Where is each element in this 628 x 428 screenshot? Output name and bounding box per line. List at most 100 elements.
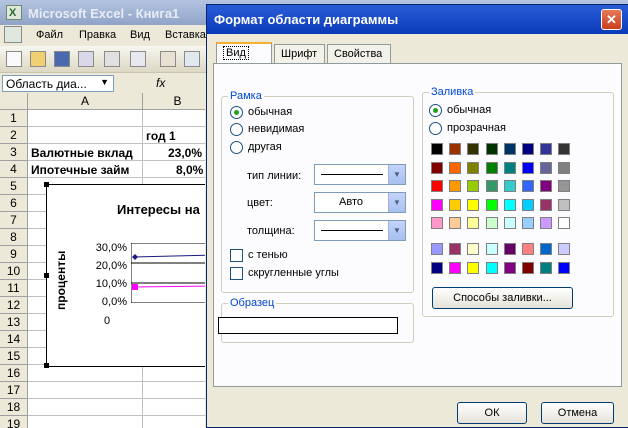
border-custom-radio[interactable]: [230, 141, 243, 154]
tab-view[interactable]: Вид: [216, 42, 272, 64]
color-swatch[interactable]: [485, 161, 498, 174]
new-file-icon[interactable]: [6, 51, 22, 67]
worksheet[interactable]: A B 1 2 3 4 5 6 7 8 9 10 11 12 13 14 15 16 17 18 19 год 1 …: [0, 93, 205, 428]
cell-b4[interactable]: 8,0%: [176, 163, 203, 177]
row-header[interactable]: 10: [0, 263, 28, 280]
workbook-icon[interactable]: [4, 26, 22, 43]
column-header-b[interactable]: B: [143, 93, 205, 110]
row-header[interactable]: 4: [0, 161, 28, 178]
tab-font[interactable]: Шрифт: [274, 44, 325, 64]
cancel-button[interactable]: Отмена: [541, 402, 614, 424]
chart-color-swatch[interactable]: [485, 262, 498, 274]
resize-handle[interactable]: [44, 273, 49, 278]
chart-color-swatch[interactable]: [467, 243, 480, 255]
color-swatch[interactable]: [558, 180, 571, 192]
row-header[interactable]: 12: [0, 297, 28, 314]
color-swatch[interactable]: [449, 161, 462, 174]
print-preview-icon[interactable]: [130, 51, 146, 67]
border-normal-label[interactable]: обычная: [248, 106, 292, 118]
chart-y-axis-title[interactable]: проценты: [54, 251, 68, 310]
chart-color-swatch[interactable]: [540, 262, 553, 274]
color-swatch[interactable]: [540, 198, 553, 211]
color-swatch[interactable]: [431, 161, 443, 174]
color-swatch[interactable]: [540, 217, 553, 229]
color-swatch[interactable]: [558, 161, 571, 174]
color-swatch[interactable]: [540, 143, 553, 155]
color-swatch[interactable]: [503, 217, 516, 229]
resize-handle[interactable]: [44, 182, 49, 187]
chart-color-swatch[interactable]: [449, 262, 462, 274]
row-header[interactable]: 2: [0, 127, 28, 144]
chart-color-swatch[interactable]: [558, 243, 571, 255]
cell-b3[interactable]: 23,0%: [168, 146, 202, 160]
plot-area[interactable]: [131, 243, 205, 303]
row-header[interactable]: 8: [0, 229, 28, 246]
tab-properties[interactable]: Свойства: [327, 44, 391, 64]
cell-a4[interactable]: Ипотечные займ: [31, 163, 141, 177]
name-box[interactable]: Область диа... ▼: [2, 75, 114, 92]
chart-color-swatch[interactable]: [540, 243, 553, 255]
spelling-icon[interactable]: [160, 51, 176, 67]
row-header[interactable]: 5: [0, 178, 28, 195]
fill-normal-radio[interactable]: [429, 104, 442, 117]
color-swatch[interactable]: [485, 143, 498, 155]
chevron-down-icon[interactable]: ▼: [388, 193, 405, 212]
chart-color-swatch[interactable]: [485, 243, 498, 255]
fill-transparent-radio[interactable]: [429, 122, 442, 135]
color-swatch[interactable]: [431, 217, 443, 229]
color-swatch[interactable]: [431, 143, 443, 155]
row-header[interactable]: 11: [0, 280, 28, 297]
row-header[interactable]: 13: [0, 314, 28, 331]
color-swatch[interactable]: [467, 143, 480, 155]
line-color-select[interactable]: Авто ▼: [314, 192, 406, 213]
color-swatch[interactable]: [522, 198, 534, 211]
row-header[interactable]: 1: [0, 110, 28, 127]
data-point[interactable]: [132, 284, 138, 290]
border-normal-radio[interactable]: [230, 106, 243, 119]
open-folder-icon[interactable]: [30, 51, 46, 67]
color-swatch[interactable]: [503, 161, 516, 174]
embedded-chart[interactable]: Интересы на проценты 30,0% 20,0% 10,0% 0…: [44, 182, 205, 368]
color-swatch[interactable]: [467, 217, 480, 229]
color-swatch[interactable]: [522, 143, 534, 155]
color-swatch[interactable]: [449, 198, 462, 211]
column-header-a[interactable]: A: [28, 93, 143, 110]
border-custom-label[interactable]: другая: [248, 141, 282, 153]
resize-handle[interactable]: [44, 363, 49, 368]
research-icon[interactable]: [184, 51, 200, 67]
chevron-down-icon[interactable]: ▼: [388, 165, 405, 184]
rounded-corners-label[interactable]: скругленные углы: [248, 267, 339, 279]
line-thickness-select[interactable]: ▼: [314, 220, 406, 241]
color-swatch[interactable]: [485, 180, 498, 192]
color-swatch[interactable]: [467, 161, 480, 174]
chevron-down-icon[interactable]: ▼: [100, 77, 109, 87]
fill-normal-label[interactable]: обычная: [447, 104, 491, 116]
color-swatch[interactable]: [449, 217, 462, 229]
color-swatch[interactable]: [467, 198, 480, 211]
row-header[interactable]: 17: [0, 382, 28, 399]
color-swatch[interactable]: [522, 180, 534, 192]
fill-methods-button[interactable]: Способы заливки...: [432, 287, 573, 309]
color-swatch[interactable]: [522, 217, 534, 229]
color-swatch[interactable]: [449, 180, 462, 192]
row-header[interactable]: 16: [0, 365, 28, 382]
row-header[interactable]: 19: [0, 416, 28, 428]
color-swatch[interactable]: [431, 198, 443, 211]
chart-color-swatch[interactable]: [503, 243, 516, 255]
shadow-label[interactable]: с тенью: [248, 249, 288, 261]
chart-color-swatch[interactable]: [503, 262, 516, 274]
color-swatch[interactable]: [467, 180, 480, 192]
color-swatch[interactable]: [503, 180, 516, 192]
save-icon[interactable]: [54, 51, 70, 67]
print-icon[interactable]: [104, 51, 120, 67]
menu-file[interactable]: Файл: [36, 29, 63, 41]
close-icon[interactable]: ✕: [601, 9, 622, 30]
color-swatch[interactable]: [540, 161, 553, 174]
chart-color-swatch[interactable]: [431, 262, 443, 274]
color-swatch[interactable]: [503, 143, 516, 155]
cell-a3[interactable]: Валютные вклад: [31, 146, 141, 160]
shadow-checkbox[interactable]: [230, 249, 243, 262]
chart-color-swatch[interactable]: [558, 262, 571, 274]
row-header[interactable]: 18: [0, 399, 28, 416]
chart-color-swatch[interactable]: [522, 262, 534, 274]
